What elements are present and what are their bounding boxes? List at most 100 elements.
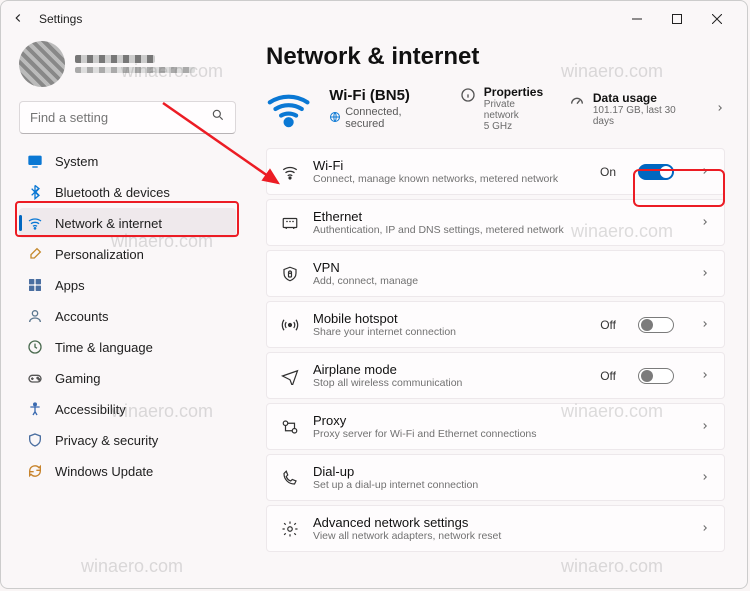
card-sub: Connect, manage known networks, metered … bbox=[313, 173, 558, 185]
card-sub: Proxy server for Wi-Fi and Ethernet conn… bbox=[313, 428, 537, 440]
chevron-right-icon bbox=[700, 165, 710, 179]
person-icon bbox=[27, 308, 43, 324]
card-vpn[interactable]: VPN Add, connect, manage bbox=[266, 250, 725, 297]
card-ethernet[interactable]: Ethernet Authentication, IP and DNS sett… bbox=[266, 199, 725, 246]
properties-link[interactable]: Properties Private network 5 GHz bbox=[460, 85, 551, 132]
page-title: Network & internet bbox=[266, 43, 725, 71]
ethernet-icon bbox=[281, 214, 299, 232]
update-icon bbox=[27, 463, 43, 479]
clock-icon bbox=[27, 339, 43, 355]
card-hotspot[interactable]: Mobile hotspot Share your internet conne… bbox=[266, 301, 725, 348]
settings-icon bbox=[281, 520, 299, 538]
toggle-state-label: Off bbox=[600, 318, 616, 332]
brush-icon bbox=[27, 246, 43, 262]
main-content: Network & internet Wi-Fi (BN5) Connected… bbox=[246, 37, 747, 588]
sidebar-item-label: System bbox=[55, 154, 98, 169]
search-icon bbox=[211, 108, 225, 127]
sidebar-item-label: Bluetooth & devices bbox=[55, 185, 170, 200]
card-sub: Add, connect, manage bbox=[313, 275, 418, 287]
hotspot-toggle[interactable] bbox=[638, 317, 674, 333]
chevron-right-icon bbox=[700, 267, 710, 281]
wifi-large-icon bbox=[266, 86, 311, 132]
sidebar-item-gaming[interactable]: Gaming bbox=[19, 363, 236, 393]
toggle-state-label: On bbox=[600, 165, 616, 179]
sidebar-item-bluetooth[interactable]: Bluetooth & devices bbox=[19, 177, 236, 207]
minimize-button[interactable] bbox=[617, 5, 657, 33]
card-sub: Authentication, IP and DNS settings, met… bbox=[313, 224, 564, 236]
card-title: Advanced network settings bbox=[313, 515, 501, 530]
card-sub: View all network adapters, network reset bbox=[313, 530, 501, 542]
card-wifi[interactable]: Wi-Fi Connect, manage known networks, me… bbox=[266, 148, 725, 195]
airplane-toggle[interactable] bbox=[638, 368, 674, 384]
shield-icon bbox=[27, 432, 43, 448]
sidebar-item-apps[interactable]: Apps bbox=[19, 270, 236, 300]
card-title: Proxy bbox=[313, 413, 537, 428]
properties-title: Properties bbox=[484, 85, 551, 99]
sidebar: System Bluetooth & devices Network & int… bbox=[1, 37, 246, 588]
sidebar-item-privacy[interactable]: Privacy & security bbox=[19, 425, 236, 455]
chevron-right-icon bbox=[700, 369, 710, 383]
settings-list: Wi-Fi Connect, manage known networks, me… bbox=[266, 148, 725, 552]
nav-list: System Bluetooth & devices Network & int… bbox=[19, 146, 236, 486]
card-dialup[interactable]: Dial-up Set up a dial-up internet connec… bbox=[266, 454, 725, 501]
sidebar-item-label: Network & internet bbox=[55, 216, 162, 231]
sidebar-item-label: Accounts bbox=[55, 309, 108, 324]
bluetooth-icon bbox=[27, 184, 43, 200]
card-title: Dial-up bbox=[313, 464, 478, 479]
card-proxy[interactable]: Proxy Proxy server for Wi-Fi and Etherne… bbox=[266, 403, 725, 450]
maximize-button[interactable] bbox=[657, 5, 697, 33]
dialup-icon bbox=[281, 469, 299, 487]
globe-icon bbox=[329, 111, 341, 126]
sidebar-item-label: Privacy & security bbox=[55, 433, 158, 448]
chevron-right-icon bbox=[700, 522, 710, 536]
ssid-label: Wi-Fi (BN5) bbox=[329, 87, 442, 104]
gaming-icon bbox=[27, 370, 43, 386]
toggle-state-label: Off bbox=[600, 369, 616, 383]
account-name-redacted bbox=[75, 55, 195, 73]
connection-hero: Wi-Fi (BN5) Connected, secured Propertie… bbox=[266, 85, 725, 132]
search-input[interactable] bbox=[30, 110, 211, 125]
chevron-right-icon bbox=[700, 216, 710, 230]
chevron-right-icon[interactable] bbox=[715, 102, 725, 116]
back-button[interactable] bbox=[11, 11, 25, 28]
sidebar-item-label: Apps bbox=[55, 278, 85, 293]
card-sub: Set up a dial-up internet connection bbox=[313, 479, 478, 491]
sidebar-item-network[interactable]: Network & internet bbox=[19, 208, 236, 238]
settings-window: Settings bbox=[0, 0, 748, 589]
sidebar-item-system[interactable]: System bbox=[19, 146, 236, 176]
display-icon bbox=[27, 153, 43, 169]
titlebar: Settings bbox=[1, 1, 747, 37]
data-usage-link[interactable]: Data usage 101.17 GB, last 30 days bbox=[569, 91, 697, 127]
chevron-right-icon bbox=[700, 471, 710, 485]
accessibility-icon bbox=[27, 401, 43, 417]
sidebar-item-time[interactable]: Time & language bbox=[19, 332, 236, 362]
avatar bbox=[19, 41, 65, 87]
sidebar-item-personalization[interactable]: Personalization bbox=[19, 239, 236, 269]
card-title: Airplane mode bbox=[313, 362, 462, 377]
wifi-icon bbox=[27, 215, 43, 231]
sidebar-item-label: Windows Update bbox=[55, 464, 153, 479]
sidebar-item-label: Personalization bbox=[55, 247, 144, 262]
sidebar-item-accounts[interactable]: Accounts bbox=[19, 301, 236, 331]
sidebar-item-label: Time & language bbox=[55, 340, 153, 355]
account-header[interactable] bbox=[19, 41, 236, 87]
data-usage-title: Data usage bbox=[593, 91, 697, 105]
card-airplane[interactable]: Airplane mode Stop all wireless communic… bbox=[266, 352, 725, 399]
card-title: Wi-Fi bbox=[313, 158, 558, 173]
chevron-right-icon bbox=[700, 420, 710, 434]
data-usage-sub: 101.17 GB, last 30 days bbox=[593, 105, 697, 127]
sidebar-item-accessibility[interactable]: Accessibility bbox=[19, 394, 236, 424]
window-title: Settings bbox=[39, 12, 82, 26]
search-box[interactable] bbox=[19, 101, 236, 134]
connection-status: Connected, secured bbox=[345, 106, 442, 130]
hotspot-icon bbox=[281, 316, 299, 334]
sidebar-item-label: Gaming bbox=[55, 371, 101, 386]
vpn-icon bbox=[281, 265, 299, 283]
proxy-icon bbox=[281, 418, 299, 436]
card-advanced[interactable]: Advanced network settings View all netwo… bbox=[266, 505, 725, 552]
close-button[interactable] bbox=[697, 5, 737, 33]
chevron-right-icon bbox=[700, 318, 710, 332]
sidebar-item-update[interactable]: Windows Update bbox=[19, 456, 236, 486]
wifi-toggle[interactable] bbox=[638, 164, 674, 180]
card-sub: Stop all wireless communication bbox=[313, 377, 462, 389]
